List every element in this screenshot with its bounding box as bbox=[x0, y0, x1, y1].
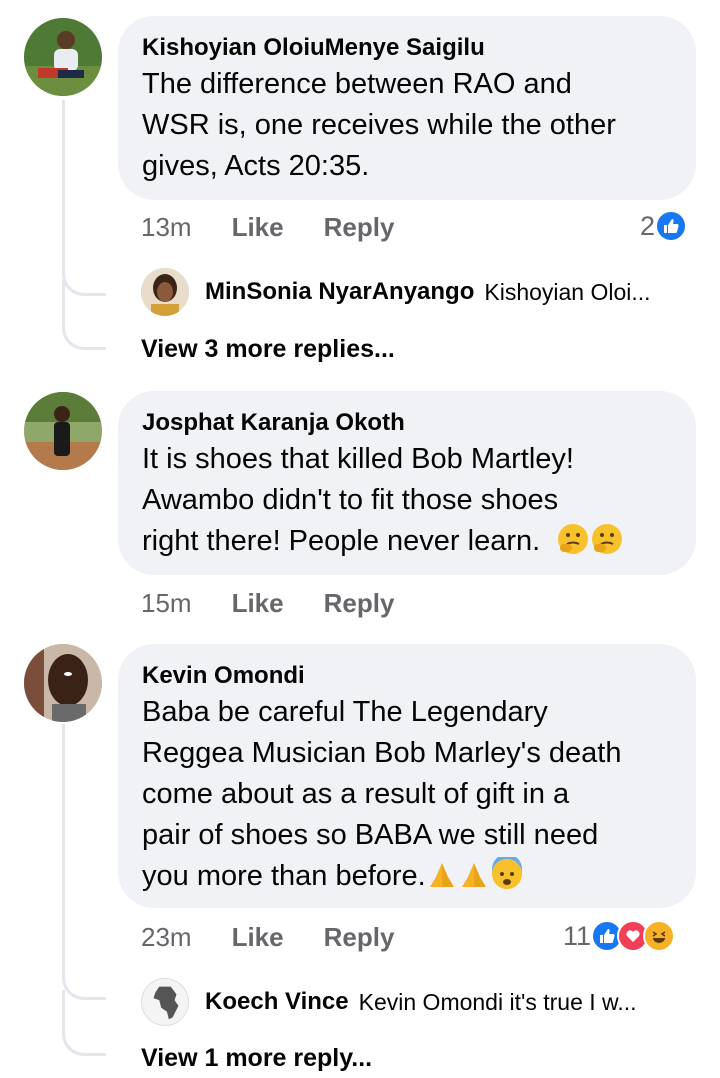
reaction-summary[interactable]: 11 bbox=[563, 920, 676, 952]
reply-author[interactable]: Koech Vince bbox=[205, 988, 349, 1016]
timestamp[interactable]: 23m bbox=[141, 922, 192, 953]
reply-author[interactable]: MinSonia NyarAnyango bbox=[205, 278, 474, 306]
comment-bubble[interactable]: Kevin Omondi Baba be careful The Legenda… bbox=[118, 644, 696, 908]
reply-button[interactable]: Reply bbox=[324, 212, 395, 243]
comment-text-line: It is shoes that killed Bob Martley! bbox=[142, 443, 574, 475]
comment-text-line: Awambo didn't to fit those shoes bbox=[142, 484, 559, 516]
reply-preview[interactable]: Koech Vince Kevin Omondi it's true I w..… bbox=[141, 978, 637, 1026]
comment-author[interactable]: Kevin Omondi bbox=[142, 660, 672, 692]
avatar[interactable] bbox=[141, 978, 189, 1026]
thread-connector bbox=[62, 990, 106, 1056]
thread-connector bbox=[62, 100, 106, 296]
like-button[interactable]: Like bbox=[232, 588, 284, 619]
haha-reaction-icon bbox=[643, 920, 676, 952]
avatar[interactable] bbox=[141, 268, 189, 316]
comment-text-line: right there! People never learn. bbox=[142, 525, 541, 557]
reaction-count: 11 bbox=[563, 920, 592, 951]
comment-text-line: Baba be careful The Legendary bbox=[142, 696, 548, 728]
reply-button[interactable]: Reply bbox=[324, 588, 395, 619]
view-more-replies-link[interactable]: View 1 more reply... bbox=[141, 1044, 372, 1073]
comment-text-line: come about as a result of gift in a bbox=[142, 778, 570, 810]
thinking-face-icon bbox=[590, 522, 624, 568]
comment-text-line: gives, Acts 20:35. bbox=[142, 150, 370, 182]
timestamp[interactable]: 13m bbox=[141, 212, 192, 243]
avatar-image bbox=[24, 644, 102, 722]
thread-connector bbox=[62, 280, 106, 350]
reply-snippet: Kishoyian Oloi... bbox=[484, 278, 651, 305]
comment-author[interactable]: Josphat Karanja Okoth bbox=[142, 407, 672, 439]
reaction-summary[interactable]: 2 bbox=[640, 210, 688, 242]
like-button[interactable]: Like bbox=[232, 212, 284, 243]
comment-actions: 13m Like Reply bbox=[141, 212, 434, 243]
comment-text-line: The difference between RAO and bbox=[142, 68, 572, 100]
comment-bubble[interactable]: Kishoyian OloiuMenye Saigilu The differe… bbox=[118, 16, 696, 200]
avatar-image bbox=[141, 268, 189, 316]
avatar-image bbox=[24, 392, 102, 470]
thinking-face-icon bbox=[556, 522, 590, 568]
like-button[interactable]: Like bbox=[232, 922, 284, 953]
reaction-count: 2 bbox=[640, 210, 656, 241]
avatar[interactable] bbox=[24, 644, 102, 722]
comment-text-line: Reggea Musician Bob Marley's death bbox=[142, 737, 622, 769]
view-more-replies-link[interactable]: View 3 more replies... bbox=[141, 335, 395, 364]
avatar-image bbox=[24, 18, 102, 96]
reply-preview[interactable]: MinSonia NyarAnyango Kishoyian Oloi... bbox=[141, 268, 651, 316]
reply-button[interactable]: Reply bbox=[324, 922, 395, 953]
thread-connector bbox=[62, 724, 106, 1000]
like-reaction-icon bbox=[655, 210, 688, 242]
avatar[interactable] bbox=[24, 18, 102, 96]
comment-text-line: pair of shoes so BABA we still need bbox=[142, 819, 599, 851]
avatar[interactable] bbox=[24, 392, 102, 470]
comment-text-line: WSR is, one receives while the other bbox=[142, 109, 616, 141]
timestamp[interactable]: 15m bbox=[141, 588, 192, 619]
comment-actions: 23m Like Reply bbox=[141, 922, 434, 953]
comment-actions: 15m Like Reply bbox=[141, 588, 434, 619]
folded-hands-icon bbox=[458, 859, 490, 903]
africa-map-icon bbox=[153, 986, 179, 1020]
comment-bubble[interactable]: Josphat Karanja Okoth It is shoes that k… bbox=[118, 391, 696, 575]
anxious-face-icon bbox=[490, 854, 524, 903]
folded-hands-icon bbox=[426, 859, 458, 903]
reply-snippet: Kevin Omondi it's true I w... bbox=[358, 988, 637, 1015]
comment-author[interactable]: Kishoyian OloiuMenye Saigilu bbox=[142, 32, 672, 64]
comment-text-line: you more than before. bbox=[142, 860, 426, 892]
